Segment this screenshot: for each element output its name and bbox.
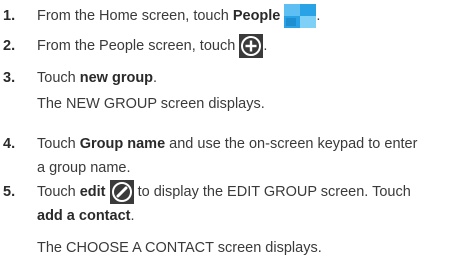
step-keyword: add a contact — [37, 208, 131, 224]
step-text-end: . — [153, 70, 158, 86]
step-text: From the Home screen, touch People . — [37, 4, 321, 29]
step-3: 3. Touch new group. — [0, 66, 468, 90]
step-text-end: and use the on-screen keypad to enter — [165, 136, 418, 152]
step-text: Touch new group. — [37, 66, 157, 90]
step-keyword: People — [232, 8, 281, 24]
edit-pencil-icon — [109, 180, 134, 205]
step-text-end: . — [316, 8, 321, 24]
step-text-lead: From the Home screen, touch — [37, 8, 233, 24]
step-keyword: edit — [79, 184, 106, 200]
step-3-note: The NEW GROUP screen displays. — [37, 96, 265, 112]
step-number: 1. — [3, 8, 16, 24]
step-2: 2. From the People screen, touch . — [0, 34, 468, 59]
step-1: 1. From the Home screen, touch People . — [0, 4, 468, 29]
step-text-lead: From the People screen, touch — [37, 38, 240, 54]
step-4-continuation: a group name. — [37, 160, 131, 176]
step-number: 2. — [3, 38, 16, 54]
step-keyword: Group name — [79, 136, 166, 152]
step-text-end: to display the EDIT GROUP screen. Touch — [133, 184, 411, 200]
step-5-continuation: add a contact. — [37, 204, 135, 228]
people-tile-icon — [284, 4, 317, 29]
step-text-end: . — [263, 38, 268, 54]
step-text-lead: Touch — [37, 136, 80, 152]
step-text-lead: Touch — [37, 70, 80, 86]
step-5-note: The CHOOSE A CONTACT screen displays. — [37, 240, 322, 256]
step-text-end: . — [130, 208, 135, 224]
step-number: 3. — [3, 70, 16, 86]
step-keyword: new group — [79, 70, 154, 86]
step-text: Touch Group name and use the on-screen k… — [37, 132, 417, 156]
instruction-page: 1. From the Home screen, touch People . … — [0, 0, 468, 276]
step-text: From the People screen, touch . — [37, 34, 268, 59]
step-text: Touch edit to display the EDIT GROUP scr… — [37, 180, 411, 205]
step-text-lead: Touch — [37, 184, 80, 200]
step-5: 5. Touch edit to display the EDIT GROUP … — [0, 180, 468, 205]
step-4: 4. Touch Group name and use the on-scree… — [0, 132, 468, 156]
add-circle-icon — [239, 34, 264, 59]
step-number: 5. — [3, 184, 16, 200]
step-number: 4. — [3, 136, 16, 152]
